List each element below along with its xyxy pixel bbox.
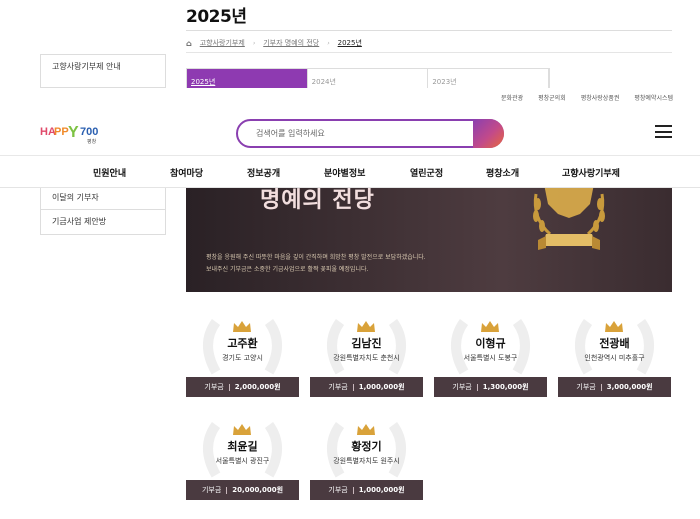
- breadcrumb-item[interactable]: 고향사랑기부제: [200, 38, 245, 48]
- donor-name: 고주환: [227, 337, 258, 350]
- donor-name: 최윤길: [227, 440, 258, 453]
- tab-2025[interactable]: 2025년: [187, 69, 308, 88]
- breadcrumb-current[interactable]: 2025년: [338, 38, 362, 48]
- home-icon[interactable]: ⌂: [186, 39, 192, 48]
- logo-graphic: HA PP Y 700 평창: [40, 124, 98, 145]
- donor-region: 강원특별자치도 춘천시: [333, 354, 400, 362]
- donor-card: 고주환 경기도 고양시 기부금 2,000,000원: [186, 318, 299, 400]
- util-link[interactable]: 평창사랑상품권: [581, 93, 620, 102]
- donor-name: 황정기: [351, 440, 382, 453]
- hall-of-fame-banner: 명예의 전당 평창을 응원해 주신 따뜻한 마음을 깊이 간직하며 희망찬 평창…: [186, 188, 672, 292]
- breadcrumb-item[interactable]: 기부자 명예의 전당: [263, 38, 319, 48]
- site-logo[interactable]: HA PP Y 700 평창: [40, 118, 110, 145]
- crown-icon: [357, 321, 375, 332]
- donation-amount: 기부금 3,000,000원: [558, 377, 671, 397]
- donor-name: 김남진: [351, 337, 382, 350]
- search-box: [236, 119, 504, 148]
- banner-title: 명예의 전당: [260, 188, 375, 213]
- crown-icon: [605, 321, 623, 332]
- menu-icon[interactable]: [655, 125, 672, 138]
- donor-name: 전광배: [599, 337, 630, 350]
- search-button[interactable]: [473, 119, 504, 148]
- logo-sub: 평창: [87, 138, 97, 144]
- chevron-right-icon: ›: [252, 39, 256, 47]
- year-tabs: 2025년 2024년 2023년: [186, 68, 550, 89]
- trophy-icon: [533, 188, 605, 250]
- donor-card: 이형규 서울특별시 도봉구 기부금 1,300,000원: [434, 318, 547, 400]
- util-link[interactable]: 평창예약시스템: [634, 93, 673, 102]
- utility-links: 문화관광 평창군의회 평창사랑상품권 평창예약시스템: [501, 93, 673, 102]
- crown-icon: [357, 424, 375, 435]
- side-menu-item[interactable]: 이달의 기부자: [41, 188, 165, 210]
- side-menu: 이달의 기부자 기금사업 제안방: [40, 188, 166, 235]
- util-link[interactable]: 평창군의회: [538, 93, 566, 102]
- breadcrumb: ⌂ 고향사랑기부제 › 기부자 명예의 전당 › 2025년: [186, 38, 362, 48]
- nav-item[interactable]: 분야별정보: [324, 166, 365, 179]
- donation-amount: 기부금 1,000,000원: [310, 377, 423, 397]
- side-menu: 고향사랑기부제 안내: [40, 54, 166, 88]
- tab-2024[interactable]: 2024년: [307, 69, 429, 88]
- donor-region: 인천광역시 미추홀구: [584, 354, 645, 362]
- nav-item[interactable]: 열린군정: [410, 166, 443, 179]
- svg-text:700: 700: [80, 126, 98, 138]
- nav-item[interactable]: 고향사랑기부제: [562, 166, 620, 179]
- donor-card: 김남진 강원특별자치도 춘천시 기부금 1,000,000원: [310, 318, 423, 400]
- nav-item[interactable]: 민원안내: [93, 166, 126, 179]
- donation-amount: 기부금 2,000,000원: [186, 377, 299, 397]
- main-nav: 민원안내 참여마당 정보공개 분야별정보 열린군정 평창소개 고향사랑기부제: [0, 156, 700, 188]
- donor-region: 경기도 고양시: [222, 354, 263, 362]
- donor-region: 강원특별자치도 원주시: [333, 457, 400, 465]
- donor-region: 서울특별시 광진구: [215, 457, 270, 465]
- nav-item[interactable]: 평창소개: [486, 166, 519, 179]
- donor-card: 최윤길 서울특별시 광진구 기부금 20,000,000원: [186, 421, 299, 503]
- crown-icon: [233, 424, 251, 435]
- divider: [186, 52, 672, 53]
- donation-amount: 기부금 1,000,000원: [310, 480, 423, 500]
- chevron-right-icon: ›: [327, 39, 330, 47]
- site-header: 문화관광 평창군의회 평창사랑상품권 평창예약시스템 HA PP Y 700 평…: [0, 88, 700, 188]
- donor-name: 이형규: [475, 337, 506, 350]
- donation-amount: 기부금 1,300,000원: [434, 377, 547, 397]
- nav-item[interactable]: 참여마당: [170, 166, 203, 179]
- donor-region: 서울특별시 도봉구: [463, 354, 518, 362]
- banner-text: 보내주신 기부금은 소중한 기금사업으로 활짝 꽃피울 예정입니다.: [206, 266, 369, 273]
- nav-item[interactable]: 정보공개: [247, 166, 280, 179]
- banner-text: 평창을 응원해 주신 따뜻한 마음을 깊이 간직하며 희망찬 평창 발전으로 보…: [206, 254, 426, 261]
- search-input[interactable]: [256, 121, 456, 146]
- util-link[interactable]: 문화관광: [501, 93, 523, 102]
- donor-card: 황정기 강원특별자치도 원주시 기부금 1,000,000원: [310, 421, 423, 503]
- crown-icon: [233, 321, 251, 332]
- svg-text:PP: PP: [54, 126, 69, 138]
- crown-icon: [481, 321, 499, 332]
- divider: [186, 30, 672, 31]
- side-menu-item[interactable]: 고향사랑기부제 안내: [41, 55, 165, 78]
- page-title: 2025년: [186, 7, 247, 27]
- side-menu-item[interactable]: 기금사업 제안방: [41, 210, 165, 234]
- donor-card: 전광배 인천광역시 미추홀구 기부금 3,000,000원: [558, 318, 671, 400]
- tab-2023[interactable]: 2023년: [428, 69, 550, 88]
- svg-text:Y: Y: [68, 124, 79, 141]
- donation-amount: 기부금 20,000,000원: [186, 480, 299, 500]
